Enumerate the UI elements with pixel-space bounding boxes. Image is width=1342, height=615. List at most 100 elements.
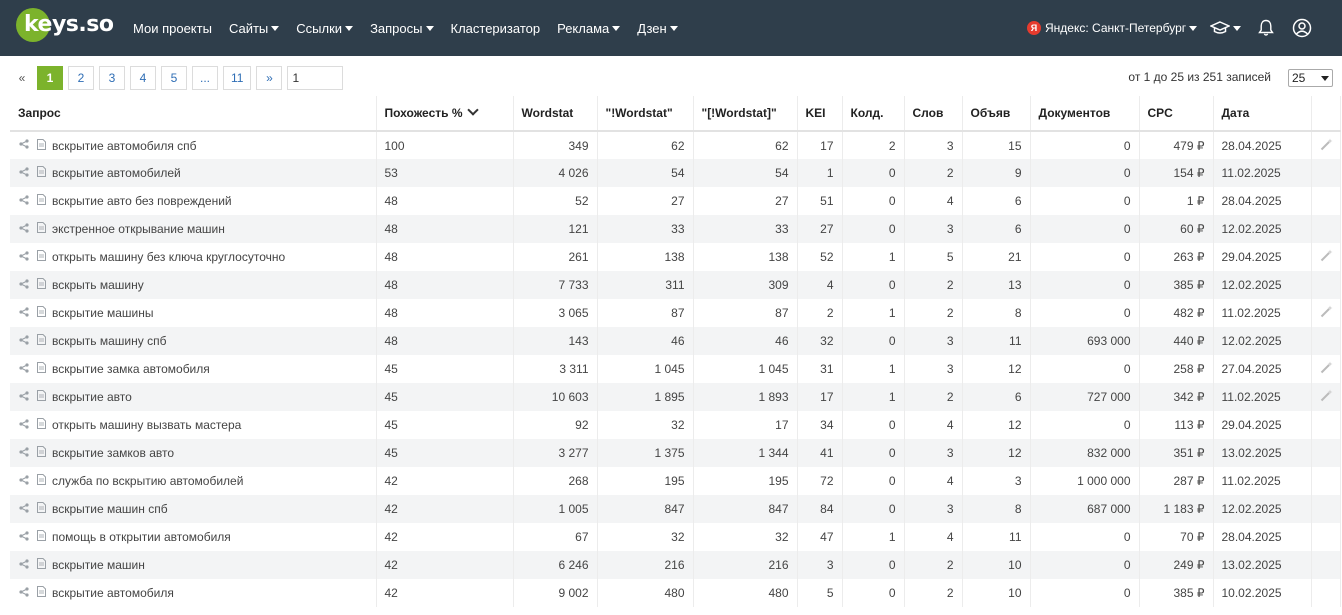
document-icon[interactable]	[35, 362, 47, 376]
document-icon[interactable]	[35, 222, 47, 236]
document-icon[interactable]	[35, 194, 47, 208]
page-button[interactable]: ...	[192, 66, 219, 90]
share-icon[interactable]	[18, 530, 30, 544]
share-icon[interactable]	[18, 306, 30, 320]
query-text[interactable]: вскрытие машины	[52, 306, 154, 320]
cell-docs: 0	[1030, 159, 1140, 187]
per-page-select[interactable]: 25	[1288, 69, 1333, 87]
query-text[interactable]: вскрытие замков авто	[52, 446, 174, 460]
magic-wand-icon[interactable]	[1320, 305, 1333, 321]
document-icon[interactable]	[35, 474, 47, 488]
chevron-down-icon	[345, 25, 354, 31]
next-page-button[interactable]: »	[256, 66, 283, 90]
user-menu-button[interactable]	[1289, 15, 1315, 41]
nav-item[interactable]: Мои проекты	[133, 21, 212, 36]
query-text[interactable]: вскрытие машин	[52, 558, 145, 572]
share-icon[interactable]	[18, 390, 30, 404]
education-menu[interactable]	[1208, 15, 1242, 41]
document-icon[interactable]	[35, 306, 47, 320]
page-button[interactable]: 4	[130, 66, 156, 90]
share-icon[interactable]	[18, 558, 30, 572]
document-icon[interactable]	[35, 138, 47, 153]
share-icon[interactable]	[18, 362, 30, 376]
magic-wand-icon[interactable]	[1320, 249, 1333, 265]
column-header[interactable]: "!Wordstat"	[597, 96, 694, 132]
logo[interactable]: keys.so	[16, 8, 114, 44]
share-icon[interactable]	[18, 586, 30, 600]
share-icon[interactable]	[18, 222, 30, 236]
query-text[interactable]: вскрытие авто без повреждений	[52, 194, 232, 208]
document-icon[interactable]	[35, 278, 47, 292]
column-header[interactable]: Дата	[1213, 96, 1312, 132]
query-text[interactable]: вскрытие авто	[52, 390, 132, 404]
query-cell: вскрытие машины	[10, 299, 377, 327]
document-icon[interactable]	[35, 558, 47, 572]
query-text[interactable]: вскрытие автомобиля	[52, 586, 174, 600]
share-icon[interactable]	[18, 166, 30, 180]
query-text[interactable]: вскрытие автомобиля спб	[52, 139, 197, 153]
nav-item[interactable]: Реклама	[557, 21, 621, 36]
magic-wand-icon[interactable]	[1320, 361, 1333, 377]
column-header[interactable]: Документов	[1030, 96, 1140, 132]
share-icon[interactable]	[18, 194, 30, 208]
nav-item[interactable]: Сайты	[229, 21, 280, 36]
query-text[interactable]: вскрытие замка автомобиля	[52, 362, 210, 376]
column-header[interactable]: Запрос	[10, 96, 377, 132]
query-text[interactable]: помощь в открытии автомобиля	[52, 530, 231, 544]
page-button[interactable]: 11	[223, 66, 252, 90]
query-cell: вскрытие автомобиля спб	[10, 131, 377, 159]
nav-item[interactable]: Ссылки	[296, 21, 354, 36]
document-icon[interactable]	[35, 390, 47, 404]
document-icon[interactable]	[35, 586, 47, 600]
document-icon[interactable]	[35, 530, 47, 544]
share-icon[interactable]	[18, 502, 30, 516]
share-icon[interactable]	[18, 250, 30, 264]
page-button[interactable]: 2	[68, 66, 94, 90]
region-selector[interactable]: Я Яндекс: Санкт-Петербург	[1027, 0, 1198, 56]
query-text[interactable]: вскрытие автомобилей	[52, 166, 181, 180]
cell-ws2: 480	[597, 579, 694, 607]
nav-item[interactable]: Дзен	[637, 21, 678, 36]
table-row: вскрытие замка автомобиля 45 3 311 1 045 1 0…	[10, 355, 1341, 383]
page-button[interactable]: 5	[161, 66, 187, 90]
share-icon[interactable]	[18, 474, 30, 488]
column-header[interactable]: Слов	[904, 96, 963, 132]
sort-chevron-icon[interactable]	[466, 104, 479, 116]
page-button[interactable]: 3	[99, 66, 125, 90]
prev-page-button[interactable]: «	[12, 66, 32, 90]
share-icon[interactable]	[18, 139, 30, 152]
query-text[interactable]: вскрытие машин спб	[52, 502, 168, 516]
share-icon[interactable]	[18, 334, 30, 348]
goto-page-input[interactable]: 1	[287, 66, 344, 90]
document-icon[interactable]	[35, 166, 47, 180]
query-text[interactable]: вскрыть машину	[52, 278, 144, 292]
document-icon[interactable]	[35, 418, 47, 432]
query-text[interactable]: вскрыть машину спб	[52, 334, 166, 348]
column-header[interactable]: CPC	[1139, 96, 1214, 132]
share-icon[interactable]	[18, 278, 30, 292]
query-text[interactable]: экстренное открывание машин	[52, 222, 225, 236]
row-action-cell	[1311, 159, 1341, 187]
cell-sim: 48	[376, 299, 514, 327]
share-icon[interactable]	[18, 418, 30, 432]
notifications-button[interactable]	[1253, 15, 1279, 41]
page-button[interactable]: 1	[37, 66, 63, 90]
document-icon[interactable]	[35, 446, 47, 460]
nav-item[interactable]: Запросы	[370, 21, 434, 36]
magic-wand-icon[interactable]	[1320, 138, 1333, 154]
nav-item[interactable]: Кластеризатор	[451, 21, 541, 36]
query-text[interactable]: открыть машину вызвать мастера	[52, 418, 241, 432]
column-header[interactable]: Объяв	[962, 96, 1031, 132]
column-header[interactable]: Похожесть %	[376, 96, 514, 132]
document-icon[interactable]	[35, 250, 47, 264]
query-text[interactable]: служба по вскрытию автомобилей	[52, 474, 243, 488]
magic-wand-icon[interactable]	[1320, 389, 1333, 405]
column-header[interactable]: Колд.	[842, 96, 905, 132]
document-icon[interactable]	[35, 334, 47, 348]
query-text[interactable]: открыть машину без ключа круглосуточно	[52, 250, 285, 264]
column-header[interactable]: "[!Wordstat]"	[693, 96, 798, 132]
column-header[interactable]: KEI	[797, 96, 843, 132]
column-header[interactable]: Wordstat	[513, 96, 598, 132]
share-icon[interactable]	[18, 446, 30, 460]
document-icon[interactable]	[35, 502, 47, 516]
